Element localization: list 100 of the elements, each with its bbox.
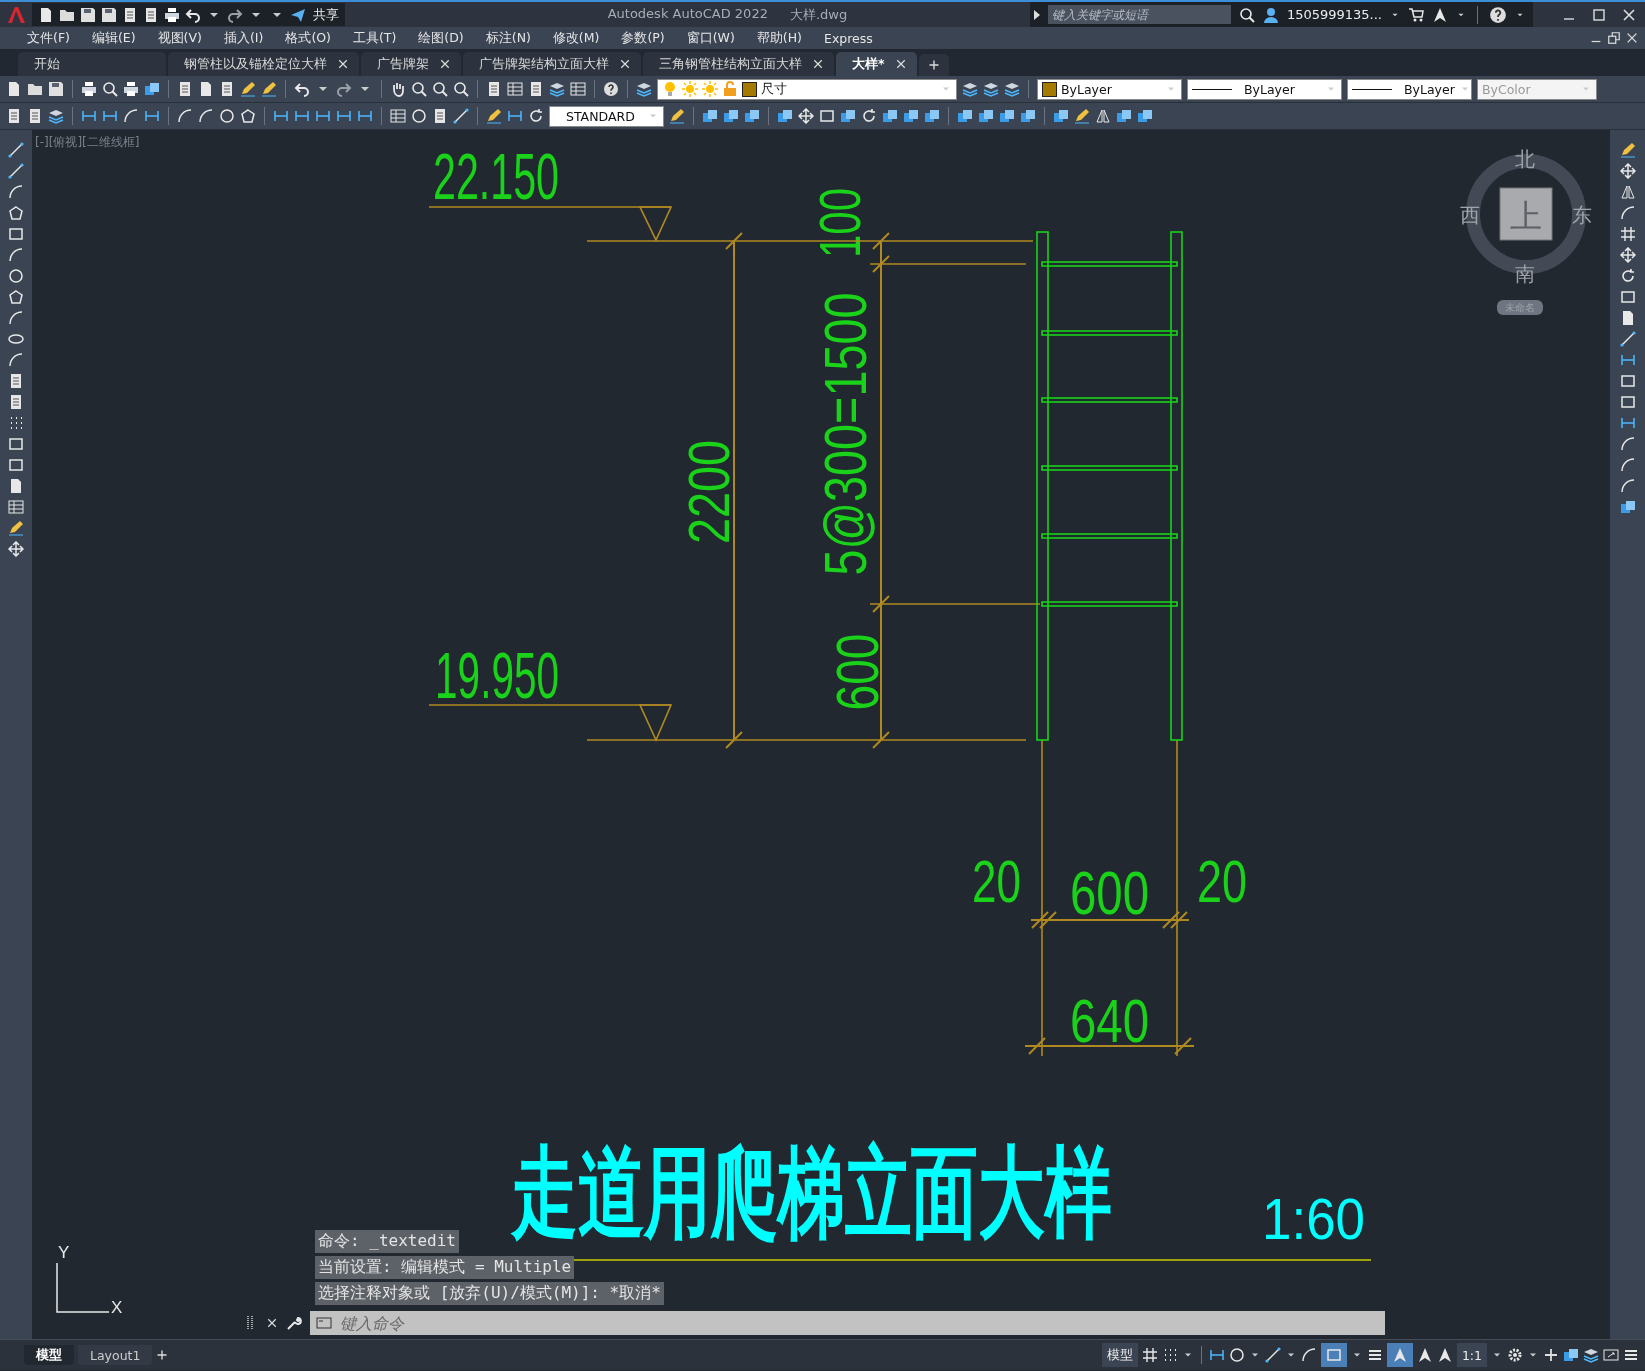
dimension-icon[interactable]	[102, 108, 118, 124]
file-tab[interactable]: 大样*	[836, 52, 917, 76]
undo-icon[interactable]	[294, 81, 310, 97]
menu-item[interactable]: 视图(V)	[146, 29, 213, 47]
compass-label[interactable]: 东	[1572, 203, 1592, 227]
redo-icon[interactable]	[336, 81, 352, 97]
arc-icon[interactable]	[8, 352, 24, 368]
rotate-icon[interactable]	[1619, 268, 1636, 284]
grid-icon[interactable]	[1619, 226, 1636, 242]
file-tab[interactable]: 广告牌架	[361, 52, 461, 76]
printer-icon[interactable]	[81, 81, 97, 97]
cube-icon[interactable]	[144, 81, 160, 97]
app-logo-icon[interactable]	[6, 4, 28, 25]
cube-icon[interactable]	[1020, 108, 1036, 124]
text-style-dropdown[interactable]: STANDARD	[549, 105, 664, 127]
restore-icon[interactable]	[1607, 31, 1621, 45]
menu-item[interactable]: 插入(I)	[212, 29, 275, 47]
document-icon[interactable]	[198, 81, 214, 97]
move-icon[interactable]	[1619, 163, 1636, 179]
undo-icon[interactable]	[185, 6, 201, 23]
redo-icon[interactable]	[227, 6, 243, 23]
menu-item[interactable]: 工具(T)	[341, 29, 408, 47]
line-icon[interactable]	[8, 142, 24, 158]
printer-icon[interactable]	[123, 81, 139, 97]
close-icon[interactable]	[1621, 6, 1637, 23]
user-name[interactable]: 1505999135...	[1286, 7, 1382, 22]
arc-icon[interactable]	[123, 108, 139, 124]
triangle-icon[interactable]	[1416, 1347, 1433, 1363]
layers-icon[interactable]	[636, 81, 652, 97]
save-icon[interactable]	[101, 6, 117, 23]
close-icon[interactable]	[337, 58, 349, 70]
rectangle-icon[interactable]	[819, 108, 835, 124]
fullscreen-icon[interactable]	[1603, 1347, 1619, 1363]
pencil-icon[interactable]	[486, 108, 502, 124]
sheet-icon[interactable]	[486, 81, 502, 97]
paper-plane-icon[interactable]	[290, 6, 306, 23]
polygon-icon[interactable]	[240, 108, 256, 124]
compass-label[interactable]: 北	[1515, 147, 1535, 171]
menu-item[interactable]: 编辑(E)	[80, 29, 147, 47]
layers-icon[interactable]	[549, 81, 565, 97]
cube-icon[interactable]	[924, 108, 940, 124]
move-icon[interactable]	[1619, 247, 1636, 263]
circle-icon[interactable]	[219, 108, 235, 124]
rectangle-icon[interactable]	[1619, 394, 1636, 410]
viewport-label[interactable]: [-][俯视][二维线框]	[35, 134, 140, 151]
maximize-icon[interactable]	[1591, 6, 1607, 23]
sheet-icon[interactable]	[432, 108, 448, 124]
user-icon[interactable]	[1262, 6, 1279, 23]
file-tab[interactable]: 钢管柱以及锚栓定位大样	[168, 52, 359, 76]
share-label[interactable]: 共享	[313, 5, 339, 24]
zoom-icon[interactable]	[453, 81, 469, 97]
cube-icon[interactable]	[1563, 1347, 1579, 1363]
line-icon[interactable]	[1619, 331, 1636, 347]
plus-icon[interactable]	[927, 59, 940, 71]
cube-icon[interactable]	[1137, 108, 1153, 124]
dot-grid-icon[interactable]	[8, 415, 24, 431]
cube-icon[interactable]	[957, 108, 973, 124]
menu-icon[interactable]	[1366, 1347, 1383, 1363]
cube-icon[interactable]	[978, 108, 994, 124]
zoom-icon[interactable]	[432, 81, 448, 97]
search-field[interactable]: 键入关键字或短语	[1047, 5, 1231, 24]
arc-icon[interactable]	[1619, 457, 1636, 473]
pencil-icon[interactable]	[1074, 108, 1090, 124]
pan-hand-icon[interactable]	[390, 81, 406, 97]
rotate-icon[interactable]	[861, 108, 877, 124]
rectangle-icon[interactable]	[1325, 1347, 1342, 1363]
sheet-icon[interactable]	[8, 373, 24, 389]
settings-icon[interactable]	[1507, 1347, 1523, 1363]
layers-icon[interactable]	[1583, 1347, 1599, 1363]
cube-icon[interactable]	[744, 108, 760, 124]
arc-icon[interactable]	[198, 108, 214, 124]
rectangle-icon[interactable]	[8, 457, 24, 473]
menu-item[interactable]: Express	[813, 30, 884, 46]
arc-icon[interactable]	[1619, 436, 1636, 452]
menu-icon[interactable]	[1623, 1347, 1639, 1363]
rectangle-icon[interactable]	[1619, 373, 1636, 389]
arc-icon[interactable]	[8, 310, 24, 326]
sheet-icon[interactable]	[143, 6, 159, 23]
table-icon[interactable]	[570, 81, 586, 97]
sheet-icon[interactable]	[6, 108, 22, 124]
file-tab[interactable]: 三角钢管柱结构立面大样	[643, 52, 834, 76]
cube-icon[interactable]	[702, 108, 718, 124]
arc-icon[interactable]	[8, 247, 24, 263]
arc-icon[interactable]	[1619, 478, 1636, 494]
model-space-button[interactable]: 模型	[1101, 1343, 1138, 1367]
annotation-scale-button[interactable]: 1:1	[1456, 1343, 1487, 1367]
close-icon[interactable]	[266, 1317, 278, 1329]
dimension-icon[interactable]	[357, 108, 373, 124]
dimension-icon[interactable]	[294, 108, 310, 124]
rectangle-icon[interactable]	[8, 436, 24, 452]
menu-item[interactable]: 标注(N)	[474, 29, 542, 47]
dimension-icon[interactable]	[273, 108, 289, 124]
ellipse-icon[interactable]	[8, 331, 24, 347]
sheet-icon[interactable]	[8, 394, 24, 410]
table-icon[interactable]	[507, 81, 523, 97]
pencil-icon[interactable]	[240, 81, 256, 97]
layers-icon[interactable]	[983, 81, 999, 97]
cube-icon[interactable]	[903, 108, 919, 124]
menu-item[interactable]: 参数(P)	[610, 29, 676, 47]
rotate-icon[interactable]	[528, 108, 544, 124]
